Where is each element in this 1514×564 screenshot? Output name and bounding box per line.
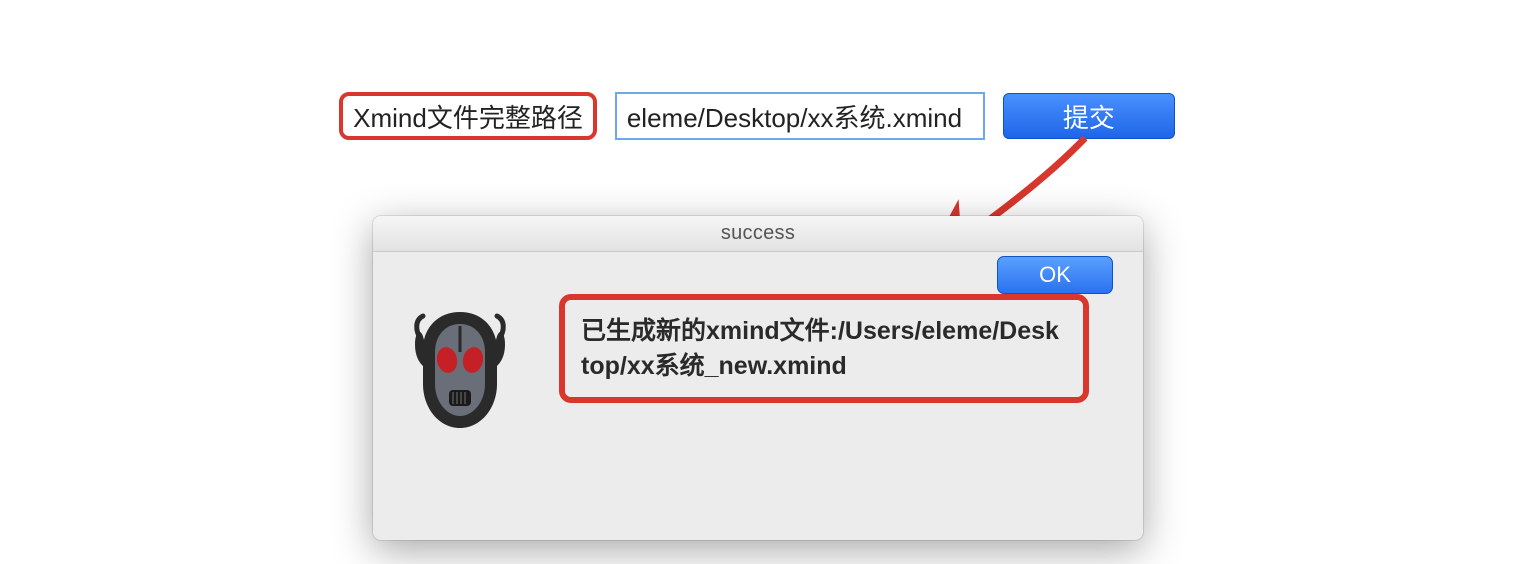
app-icon bbox=[413, 312, 507, 428]
dialog-body: 已生成新的xmind文件:/Users/eleme/Desktop/xx系统_n… bbox=[373, 252, 1143, 320]
dialog-title: success bbox=[721, 222, 795, 245]
form-row: Xmind文件完整路径 提交 bbox=[0, 92, 1514, 140]
path-label: Xmind文件完整路径 bbox=[339, 92, 597, 140]
ok-button[interactable]: OK bbox=[997, 256, 1113, 294]
dialog-message: 已生成新的xmind文件:/Users/eleme/Desktop/xx系统_n… bbox=[559, 294, 1089, 403]
dialog-titlebar: success bbox=[373, 216, 1143, 252]
path-input[interactable] bbox=[615, 92, 985, 140]
success-dialog: success bbox=[373, 216, 1143, 540]
submit-button[interactable]: 提交 bbox=[1003, 93, 1175, 139]
